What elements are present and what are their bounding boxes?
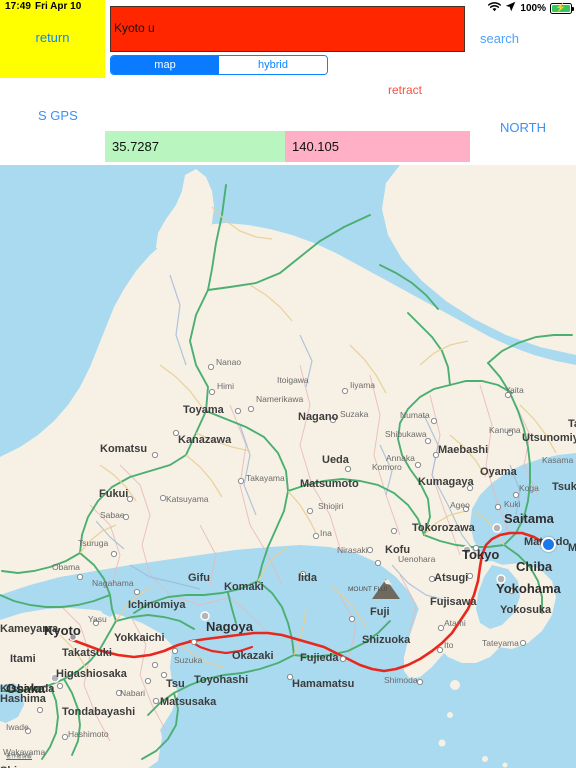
svg-text:Nagano: Nagano	[298, 411, 339, 423]
svg-text:Okazaki: Okazaki	[232, 650, 274, 662]
svg-text:Gifu: Gifu	[188, 572, 210, 584]
svg-text:Obama: Obama	[52, 562, 80, 572]
return-button[interactable]: return	[0, 30, 105, 45]
svg-text:Fujisawa: Fujisawa	[430, 596, 477, 608]
map-type-segmented-control[interactable]: map hybrid	[110, 55, 328, 75]
svg-text:Iida: Iida	[298, 572, 318, 584]
svg-text:Matsumoto: Matsumoto	[300, 478, 359, 490]
address-input[interactable]: Kyoto u	[110, 6, 465, 52]
svg-text:Nabari: Nabari	[120, 688, 145, 698]
svg-text:Takatsuki: Takatsuki	[62, 647, 112, 659]
svg-text:Itami: Itami	[10, 653, 36, 665]
svg-text:Ta: Ta	[568, 418, 576, 430]
svg-text:Itoigawa: Itoigawa	[277, 375, 309, 385]
svg-text:Shiojiri: Shiojiri	[318, 501, 344, 511]
svg-text:Higashiosaka: Higashiosaka	[56, 668, 128, 680]
svg-text:Fukui: Fukui	[99, 488, 128, 500]
svg-text:Kasama: Kasama	[542, 455, 573, 465]
svg-text:Shimoda: Shimoda	[384, 675, 418, 685]
svg-text:Fuji: Fuji	[370, 606, 390, 618]
svg-text:Ito: Ito	[444, 640, 454, 650]
svg-text:Toyohashi: Toyohashi	[194, 674, 248, 686]
svg-text:Namerikawa: Namerikawa	[256, 394, 304, 404]
svg-text:Tsukuba: Tsukuba	[552, 481, 576, 493]
svg-text:Fujieda: Fujieda	[300, 652, 339, 664]
svg-text:Ina: Ina	[320, 528, 332, 538]
map-view[interactable]: MOUNT FUJI Nanao Himi Namerikawa Itoigaw…	[0, 165, 576, 768]
svg-text:Yasu: Yasu	[88, 614, 107, 624]
svg-text:Shibukawa: Shibukawa	[385, 429, 427, 439]
svg-text:Tsuruga: Tsuruga	[78, 538, 109, 548]
svg-text:Oyama: Oyama	[480, 466, 518, 478]
svg-text:Yokohama: Yokohama	[496, 581, 562, 596]
svg-text:Chiba: Chiba	[516, 559, 553, 574]
svg-text:Osaka: Osaka	[6, 681, 46, 696]
battery-percent: 100%	[520, 2, 546, 14]
svg-text:Kyoto: Kyoto	[44, 623, 81, 638]
svg-text:Komatsu: Komatsu	[100, 443, 147, 455]
longitude-input[interactable]: 140.105	[285, 131, 470, 162]
svg-text:Tsu: Tsu	[166, 678, 185, 690]
svg-text:Numata: Numata	[400, 410, 430, 420]
svg-text:Yaita: Yaita	[505, 385, 524, 395]
svg-text:Hamamatsu: Hamamatsu	[292, 678, 354, 690]
svg-text:M: M	[568, 542, 576, 554]
svg-text:Koga: Koga	[519, 483, 539, 493]
svg-text:Ueda: Ueda	[322, 454, 350, 466]
svg-text:Iiyama: Iiyama	[350, 380, 375, 390]
start-gps-button[interactable]: S GPS	[38, 108, 78, 123]
current-location-dot[interactable]	[541, 537, 556, 552]
svg-text:Tondabayashi: Tondabayashi	[62, 706, 135, 718]
mount-fuji-label: MOUNT FUJI	[348, 586, 387, 593]
segment-hybrid[interactable]: hybrid	[219, 56, 327, 74]
svg-text:Komoro: Komoro	[372, 462, 402, 472]
svg-text:Kanuma: Kanuma	[489, 425, 521, 435]
latitude-input[interactable]: 35.7287	[105, 131, 285, 162]
svg-text:Kumagaya: Kumagaya	[418, 476, 475, 488]
map-canvas: MOUNT FUJI Nanao Himi Namerikawa Itoigaw…	[0, 165, 576, 768]
svg-text:Katsuyama: Katsuyama	[166, 494, 209, 504]
svg-text:Atami: Atami	[444, 618, 466, 628]
svg-text:Tokyo: Tokyo	[462, 547, 499, 562]
svg-text:Nirasaki: Nirasaki	[337, 545, 368, 555]
wifi-icon	[488, 0, 502, 17]
svg-text:Sabae: Sabae	[100, 510, 125, 520]
location-arrow-icon	[505, 0, 516, 17]
battery-charging-icon: ⚡	[550, 2, 574, 14]
svg-text:Kanazawa: Kanazawa	[178, 434, 232, 446]
svg-text:Kuki: Kuki	[504, 499, 521, 509]
svg-text:Tokorozawa: Tokorozawa	[412, 522, 476, 534]
svg-text:Utsunomiya: Utsunomiya	[522, 432, 576, 444]
svg-text:Toyama: Toyama	[183, 404, 225, 416]
svg-text:Iwade: Iwade	[6, 722, 29, 732]
status-right-cluster: 100% ⚡	[488, 0, 574, 17]
svg-text:Komaki: Komaki	[224, 581, 264, 593]
svg-text:Matsusaka: Matsusaka	[160, 696, 217, 708]
north-button[interactable]: NORTH	[500, 120, 546, 135]
segment-map[interactable]: map	[111, 56, 219, 74]
svg-text:Nagoya: Nagoya	[206, 619, 254, 634]
svg-text:Suzuka: Suzuka	[174, 655, 203, 665]
svg-text:Maebashi: Maebashi	[438, 444, 488, 456]
svg-text:Kofu: Kofu	[385, 544, 410, 556]
svg-text:Tateyama: Tateyama	[482, 638, 519, 648]
svg-text:Saitama: Saitama	[504, 511, 555, 526]
svg-text:Ageo: Ageo	[450, 500, 470, 510]
svg-text:Ichinomiya: Ichinomiya	[128, 599, 186, 611]
svg-text:Yokkaichi: Yokkaichi	[114, 632, 165, 644]
svg-text:Shizuoka: Shizuoka	[362, 634, 411, 646]
svg-text:Hashimoto: Hashimoto	[68, 729, 109, 739]
svg-text:Nanao: Nanao	[216, 357, 241, 367]
svg-text:Yokosuka: Yokosuka	[500, 604, 552, 616]
search-button[interactable]: search	[480, 31, 519, 46]
svg-text:Nagahama: Nagahama	[92, 578, 134, 588]
svg-text:Atsugi: Atsugi	[434, 572, 468, 584]
svg-text:Takayama: Takayama	[246, 473, 285, 483]
retract-button[interactable]: retract	[388, 83, 422, 97]
svg-text:Himi: Himi	[217, 381, 234, 391]
svg-text:Suzaka: Suzaka	[340, 409, 369, 419]
map-copyright-link[interactable]: 著作権情報	[6, 753, 32, 760]
app-root: 17:49 Fri Apr 10 100% ⚡ return Kyoto u m…	[0, 0, 576, 768]
